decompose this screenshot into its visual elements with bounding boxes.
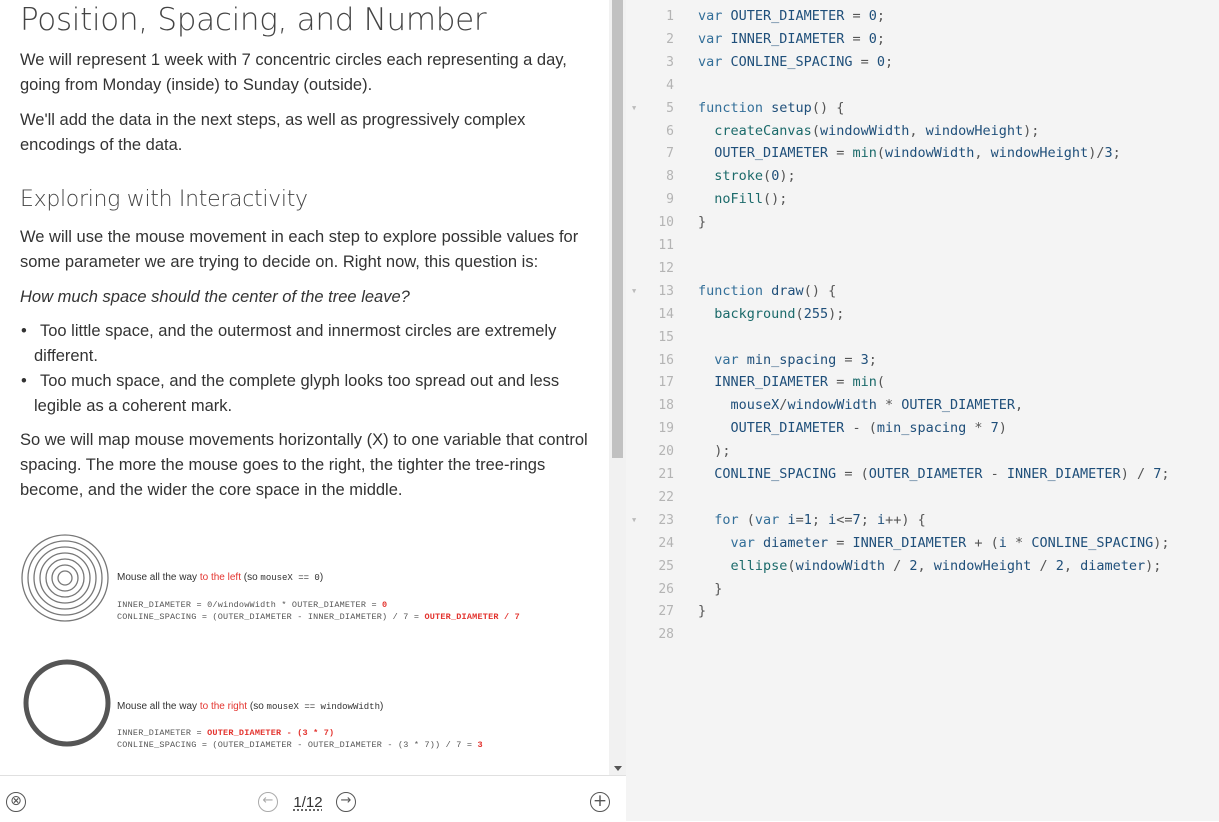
section-title: Exploring with Interactivity — [20, 187, 308, 212]
tutorial-pane: Position, Spacing, and Number We will re… — [0, 0, 609, 775]
question-text: How much space should the center of the … — [20, 288, 410, 306]
code-line[interactable]: INNER_DIAMETER = min( — [698, 371, 885, 394]
code-line[interactable]: background(255); — [698, 303, 844, 326]
code-line[interactable]: ); — [698, 440, 730, 463]
code-line[interactable]: OUTER_DIAMETER = min(windowWidth, window… — [698, 142, 1120, 165]
code-line[interactable]: OUTER_DIAMETER - (min_spacing * 7) — [698, 417, 1007, 440]
illustration-code-line: CONLINE_SPACING = (OUTER_DIAMETER - OUTE… — [117, 740, 483, 750]
code-line[interactable]: } — [698, 600, 706, 623]
illustration-code-line: CONLINE_SPACING = (OUTER_DIAMETER - INNE… — [117, 612, 520, 622]
thick-ring-image — [23, 659, 111, 747]
next-page-button[interactable]: → — [336, 792, 356, 812]
line-number: 16 — [658, 352, 674, 368]
scroll-down-arrow-icon[interactable] — [614, 766, 622, 771]
illustration-code-line: INNER_DIAMETER = 0/windowWidth * OUTER_D… — [117, 600, 388, 610]
fold-arrow-icon[interactable]: ▼ — [632, 97, 636, 120]
line-number-gutter: 1 2 3 4 5 ▼ 6 7 8 9 10 11 12 13 ▼ 14 15 16 17 18 19 20 21 22 23 ▼… — [626, 0, 674, 821]
bullet-dot-icon: • — [21, 322, 27, 340]
code-line[interactable]: stroke(0); — [698, 165, 795, 188]
bullet-text: Too little space, and the outermost and … — [34, 322, 557, 365]
illustration-caption: Mouse all the way to the right (so mouse… — [117, 701, 384, 712]
list-item: • Too much space, and the complete glyph … — [20, 369, 585, 419]
tutorial-toolbar: ⊗ ← 1/12 → + — [0, 775, 626, 822]
line-number: 2 — [666, 31, 674, 47]
line-number: 25 — [658, 558, 674, 574]
line-number: 4 — [666, 77, 674, 93]
code-line[interactable]: for (var i=1; i<=7; i++) { — [698, 509, 925, 532]
code-line[interactable]: function setup() { — [698, 97, 844, 120]
line-number: 3 — [666, 54, 674, 70]
line-number: 5 — [666, 100, 674, 116]
line-number: 23 — [658, 512, 674, 528]
bullet-dot-icon: • — [21, 372, 27, 390]
prev-page-button[interactable]: ← — [258, 792, 278, 812]
fold-arrow-icon[interactable]: ▼ — [632, 509, 636, 532]
code-line[interactable]: noFill(); — [698, 188, 787, 211]
line-number: 26 — [658, 581, 674, 597]
code-line[interactable]: var min_spacing = 3; — [698, 349, 877, 372]
line-number: 17 — [658, 375, 674, 391]
illustration-right: Mouse all the way to the right (so mouse… — [20, 657, 600, 767]
code-line[interactable]: } — [698, 578, 722, 601]
code-line[interactable]: } — [698, 211, 706, 234]
code-line[interactable]: function draw() { — [698, 280, 836, 303]
line-number: 20 — [658, 444, 674, 460]
page-indicator[interactable]: 1/12 — [284, 794, 332, 811]
line-number: 18 — [658, 398, 674, 414]
code-line[interactable]: var diameter = INNER_DIAMETER + (i * CON… — [698, 532, 1170, 555]
line-number: 9 — [666, 192, 674, 208]
concentric-circles-image — [21, 534, 109, 622]
line-number: 24 — [658, 535, 674, 551]
code-line[interactable]: ellipse(windowWidth / 2, windowHeight / … — [698, 555, 1162, 578]
line-number: 7 — [666, 146, 674, 162]
paragraph-4: So we will map mouse movements horizonta… — [20, 431, 588, 499]
line-number: 27 — [658, 604, 674, 620]
illustration-caption: Mouse all the way to the left (so mouseX… — [117, 572, 324, 583]
page-title: Position, Spacing, and Number — [20, 2, 487, 38]
line-number: 11 — [658, 238, 674, 253]
code-line[interactable]: createCanvas(windowWidth, windowHeight); — [698, 120, 1039, 143]
paragraph-3: We will use the mouse movement in each s… — [20, 228, 579, 271]
line-number: 19 — [658, 421, 674, 437]
line-number: 10 — [658, 215, 674, 231]
line-number: 6 — [666, 123, 674, 139]
line-number: 15 — [658, 329, 674, 345]
code-line[interactable]: var OUTER_DIAMETER = 0; — [698, 5, 885, 28]
bullet-list: • Too little space, and the outermost and… — [20, 319, 585, 419]
line-number: 14 — [658, 306, 674, 322]
line-number: 13 — [658, 283, 674, 299]
code-editor[interactable]: 1 2 3 4 5 ▼ 6 7 8 9 10 11 12 13 ▼ 14 15 16 17 18 19 20 21 22 23 ▼… — [626, 0, 1219, 821]
illustration-left: Mouse all the way to the left (so mouseX… — [20, 530, 600, 640]
fold-arrow-icon[interactable]: ▼ — [632, 280, 636, 303]
line-number: 8 — [666, 169, 674, 185]
add-icon[interactable]: + — [590, 792, 610, 812]
illustration-code-line: INNER_DIAMETER = OUTER_DIAMETER - (3 * 7… — [117, 728, 335, 738]
line-number: 22 — [658, 489, 674, 505]
intro-paragraph-2: We'll add the data in the next steps, as… — [20, 111, 526, 154]
code-line[interactable]: var INNER_DIAMETER = 0; — [698, 28, 885, 51]
code-line[interactable]: CONLINE_SPACING = (OUTER_DIAMETER - INNE… — [698, 463, 1169, 486]
line-number: 28 — [658, 627, 674, 643]
list-item: • Too little space, and the outermost and… — [20, 319, 585, 369]
close-icon[interactable]: ⊗ — [6, 792, 26, 812]
tutorial-scrollbar[interactable] — [609, 0, 626, 775]
intro-paragraph-1: We will represent 1 week with 7 concentr… — [20, 51, 567, 94]
bullet-text: Too much space, and the complete glyph l… — [34, 372, 560, 415]
code-line[interactable]: var CONLINE_SPACING = 0; — [698, 51, 893, 74]
scrollbar-thumb[interactable] — [612, 0, 623, 458]
line-number: 12 — [658, 260, 674, 276]
line-number: 21 — [658, 467, 674, 482]
line-number: 1 — [666, 9, 674, 24]
code-line[interactable]: mouseX/windowWidth * OUTER_DIAMETER, — [698, 394, 1024, 417]
